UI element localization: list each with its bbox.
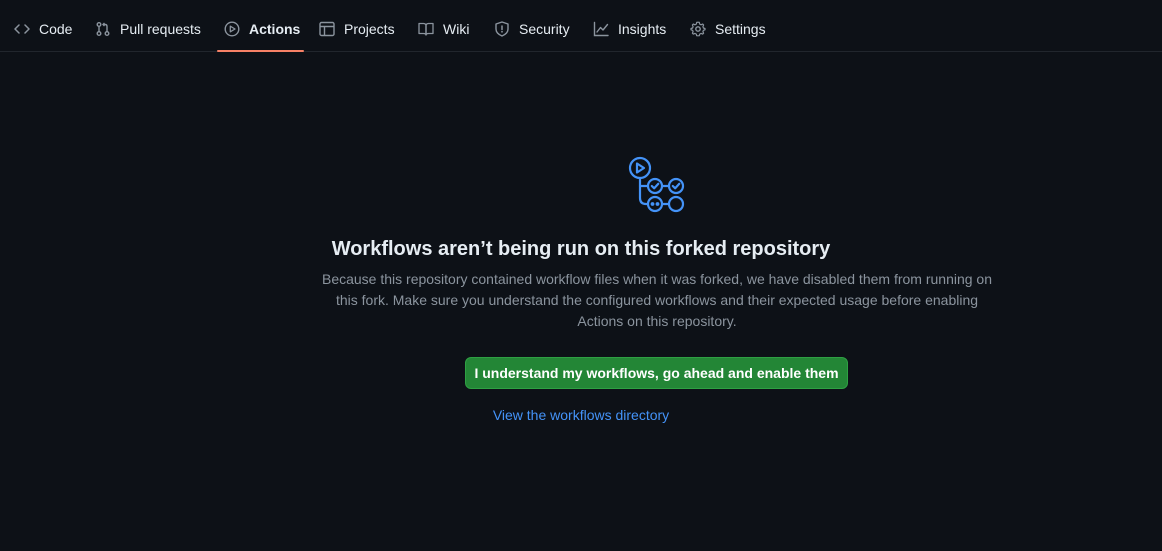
tab-pull-requests[interactable]: Pull requests (95, 8, 209, 50)
tab-label: Wiki (443, 21, 470, 37)
tab-actions[interactable]: Actions (224, 8, 308, 50)
graph-icon (593, 21, 609, 37)
page-description: Because this repository contained workfl… (321, 271, 992, 329)
tab-security[interactable]: Security (494, 8, 578, 50)
table-icon (319, 21, 335, 37)
tab-wiki[interactable]: Wiki (418, 8, 477, 50)
code-icon (14, 21, 30, 37)
gear-icon (690, 21, 706, 37)
tab-label: Actions (249, 21, 301, 37)
tab-label: Code (39, 21, 73, 37)
workflow-icon (624, 155, 690, 217)
play-icon (224, 21, 240, 37)
tab-label: Security (519, 21, 570, 37)
repo-nav-tabs: Code Pull requests Actions Projects Wiki… (0, 0, 1162, 52)
git-pull-request-icon (95, 21, 111, 37)
page-title: Workflows aren’t being run on this forke… (331, 238, 831, 260)
tab-label: Settings (715, 21, 766, 37)
tab-settings[interactable]: Settings (690, 8, 774, 50)
tab-code[interactable]: Code (14, 8, 80, 50)
tab-label: Pull requests (120, 21, 201, 37)
active-tab-underline (217, 50, 304, 52)
shield-icon (494, 21, 510, 37)
workflows-directory-link[interactable]: View the workflows directory (0, 407, 1162, 423)
tab-label: Insights (618, 21, 667, 37)
book-icon (418, 21, 434, 37)
enable-workflows-button[interactable]: I understand my workflows, go ahead and … (465, 357, 848, 389)
tab-projects[interactable]: Projects (319, 8, 403, 50)
tab-insights[interactable]: Insights (593, 8, 674, 50)
tab-label: Projects (344, 21, 395, 37)
